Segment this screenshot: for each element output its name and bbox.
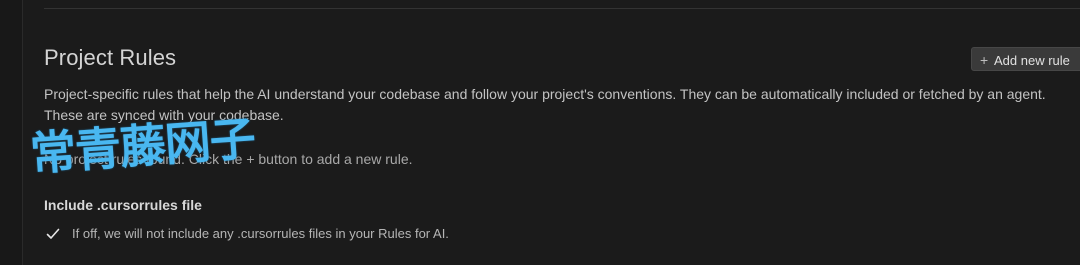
- checkmark-icon: [46, 228, 60, 239]
- add-new-rule-label: Add new rule: [994, 53, 1070, 68]
- cursorrules-checkbox[interactable]: [45, 226, 61, 242]
- section-title: Project Rules: [44, 45, 177, 70]
- cursorrules-setting-title: Include .cursorrules file: [44, 197, 202, 213]
- cursorrules-description: If off, we will not include any .cursorr…: [72, 226, 449, 241]
- watermark-logo: 常青藤网子: [28, 111, 257, 181]
- left-rail: [0, 0, 23, 265]
- plus-icon: +: [980, 52, 989, 68]
- add-new-rule-button[interactable]: + Add new rule: [971, 47, 1080, 71]
- settings-page: Project Rules + Add new rule Project-spec…: [0, 0, 1080, 265]
- section-divider: [44, 8, 1080, 9]
